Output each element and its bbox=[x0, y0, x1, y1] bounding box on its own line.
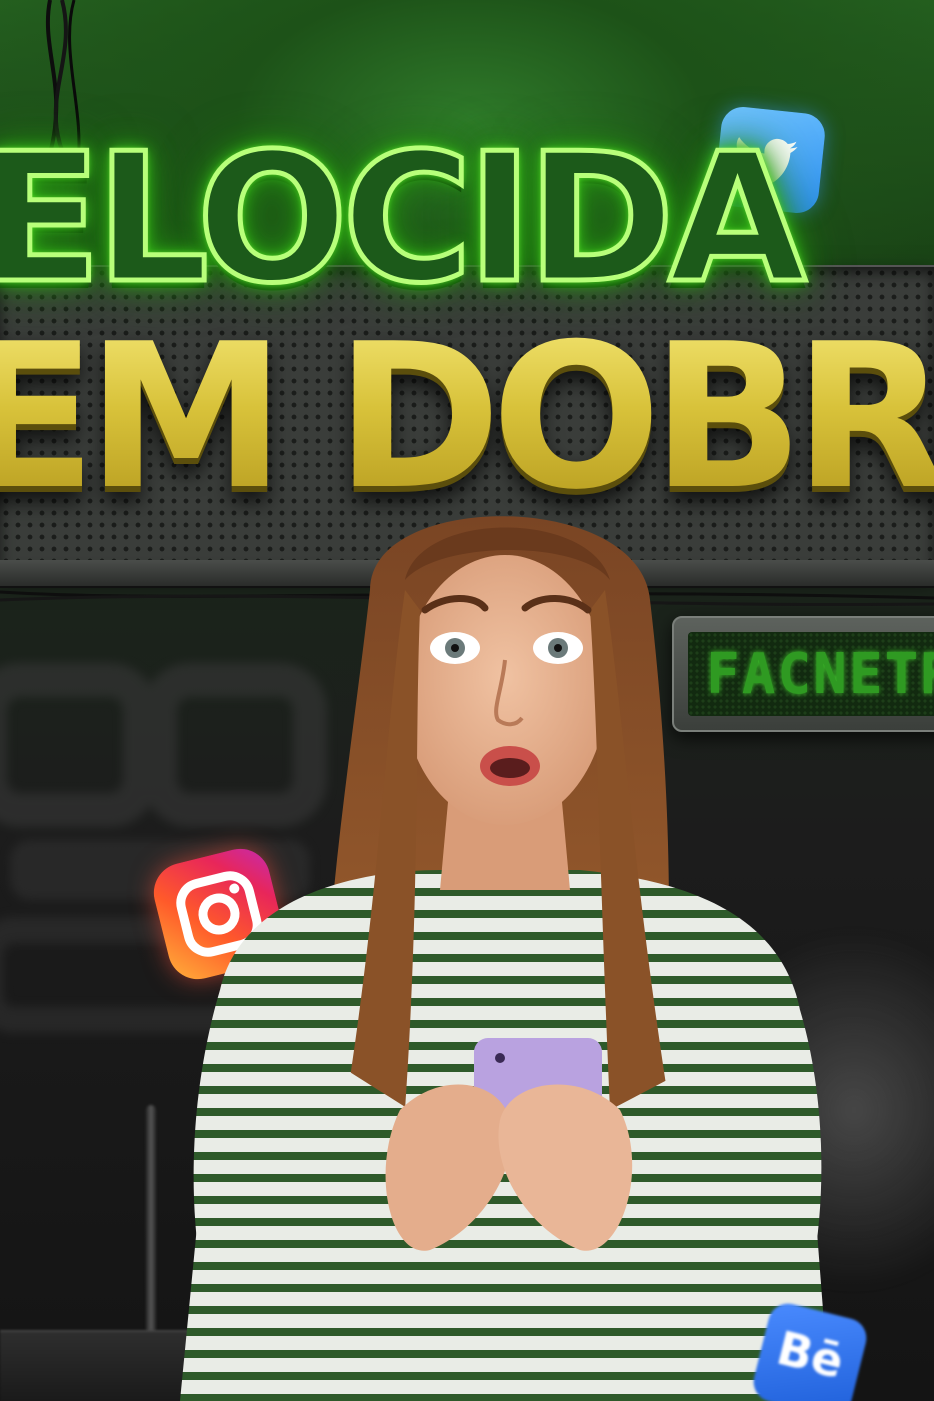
router-antenna bbox=[146, 1105, 156, 1335]
neon-headline-text: ELOCIDA bbox=[0, 115, 809, 322]
behance-icon-label: Bē bbox=[771, 1320, 850, 1390]
neon-headline: ELOCIDA bbox=[0, 127, 934, 310]
surprised-woman bbox=[180, 516, 830, 1401]
poster: ELOCIDA EM DOBRO FACNETR bbox=[0, 0, 934, 1401]
